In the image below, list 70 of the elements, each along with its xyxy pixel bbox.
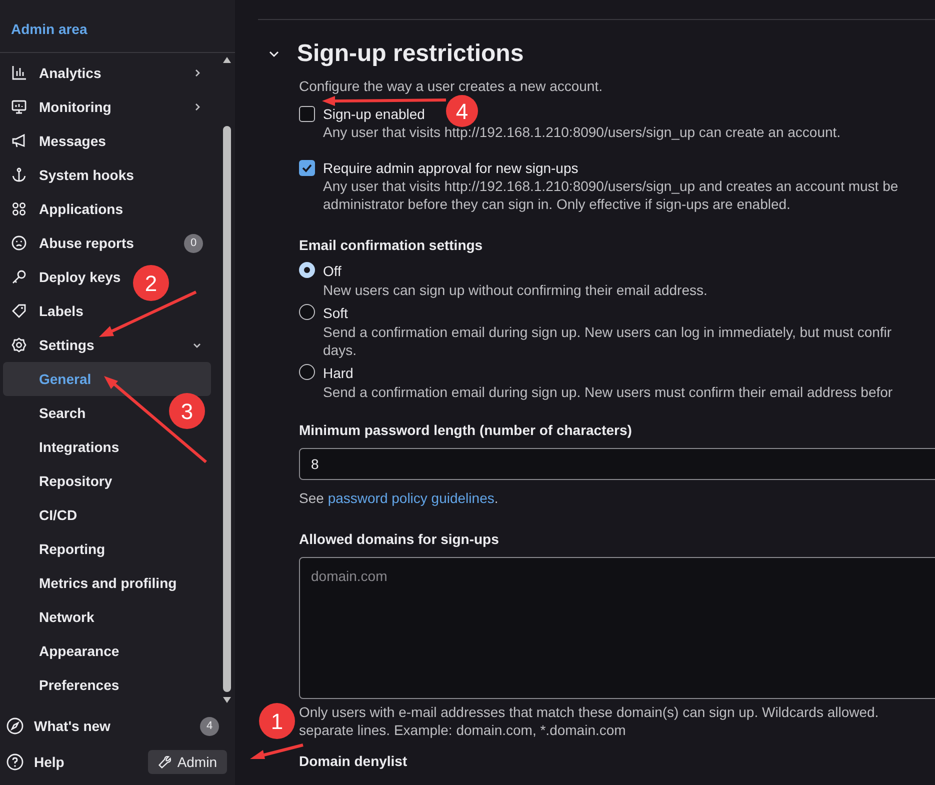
nav-subitem[interactable]: Reporting — [3, 532, 110, 566]
help-text: days. — [323, 341, 356, 359]
sad-face-icon — [11, 235, 27, 251]
help-text: New users can sign up without confirming their email address. — [323, 281, 708, 299]
help-text: Only users with e-mail addresses that match these domain(s) can sign up. Wildcards allowed. — [299, 703, 879, 721]
scroll-down-icon[interactable] — [222, 696, 232, 704]
field-label: Minimum password length (number of characters) — [299, 421, 633, 440]
nav-subitem[interactable]: Metrics and profiling — [3, 566, 181, 600]
tag-icon — [11, 303, 27, 319]
nav-item[interactable]: Help — [6, 747, 148, 777]
nav-subitem[interactable]: Network — [3, 600, 98, 634]
radio-button[interactable] — [299, 262, 315, 278]
help-text: separate lines. Example: domain.com, *.domain.com — [299, 721, 626, 739]
nav-subitem[interactable]: Repository — [3, 464, 116, 498]
nav-subitem[interactable]: Search — [3, 396, 90, 430]
section-title: Sign-up restrictions — [297, 39, 524, 69]
wrench-icon — [158, 755, 172, 769]
admin-button[interactable]: Admin — [148, 750, 227, 774]
help-icon — [6, 753, 24, 771]
check-icon — [301, 162, 313, 174]
nav-item[interactable]: Messages — [3, 124, 114, 158]
megaphone-icon — [11, 133, 27, 149]
monitor-icon — [11, 99, 27, 115]
radio-label: Soft — [323, 304, 348, 323]
nav-item[interactable]: Abuse reports 0 — [3, 226, 211, 260]
checkbox-label: Require admin approval for new sign-ups — [323, 159, 578, 177]
nav-item[interactable]: Deploy keys — [3, 260, 129, 294]
nav-subitem[interactable]: Preferences — [3, 668, 124, 702]
radio-label: Hard — [323, 364, 354, 383]
count-badge: 0 — [184, 234, 203, 252]
help-text: See password policy guidelines. — [299, 489, 500, 508]
nav-subitem[interactable]: CI/CD — [3, 498, 82, 532]
scroll-up-icon[interactable] — [222, 56, 232, 64]
help-text: Send a confirmation email during sign up. New users can log in immediately, but must confir — [323, 323, 892, 341]
field-label: Domain denylist — [299, 752, 408, 771]
nav-subitem[interactable]: Appearance — [3, 634, 124, 668]
radio-button[interactable] — [299, 364, 315, 380]
field-label: Email confirmation settings — [299, 236, 484, 255]
radio-label: Off — [323, 262, 342, 281]
nav-subitem[interactable]: Integrations — [3, 430, 124, 464]
anchor-icon — [11, 167, 27, 183]
allowed-domains-field[interactable]: domain.com — [299, 557, 935, 699]
nav-item[interactable]: Labels — [3, 294, 92, 328]
help-link[interactable]: password policy guidelines — [328, 490, 494, 506]
help-text: Send a confirmation email during sign up. New users must confirm their email address befor — [323, 383, 893, 401]
grid-icon — [11, 201, 27, 217]
nav-subitem[interactable]: General — [3, 362, 211, 396]
radio-button[interactable] — [299, 304, 315, 320]
section-description: Configure the way a user creates a new account. — [299, 77, 603, 96]
sidebar-title: Admin area — [11, 20, 88, 39]
nav-item[interactable]: Monitoring — [3, 90, 211, 124]
settings-icon — [11, 337, 27, 353]
help-text: Any user that visits http://192.168.1.210:8090/users/sign_up and creates an account must be — [323, 177, 898, 195]
nav-item[interactable]: Settings — [3, 328, 211, 362]
step-number: 4 — [446, 95, 478, 127]
step-number: 1 — [259, 703, 295, 739]
password-length-field[interactable]: 8 — [299, 448, 935, 480]
count-badge: 4 — [200, 716, 219, 736]
chart-icon — [11, 65, 27, 81]
nav-item[interactable]: Analytics — [3, 56, 211, 90]
checkbox-label: Sign-up enabled — [323, 105, 425, 123]
nav-item[interactable]: Applications — [3, 192, 132, 226]
field-label: Allowed domains for sign-ups — [299, 530, 500, 549]
key-icon — [11, 269, 27, 285]
checkbox[interactable] — [299, 160, 315, 176]
help-text: administrator before they can sign in. Only effective if sign-ups are enabled. — [323, 195, 790, 213]
compass-icon — [6, 717, 24, 735]
checkbox[interactable] — [299, 106, 315, 122]
nav-item[interactable]: System hooks — [3, 158, 142, 192]
nav-item[interactable]: What's new — [6, 711, 200, 741]
